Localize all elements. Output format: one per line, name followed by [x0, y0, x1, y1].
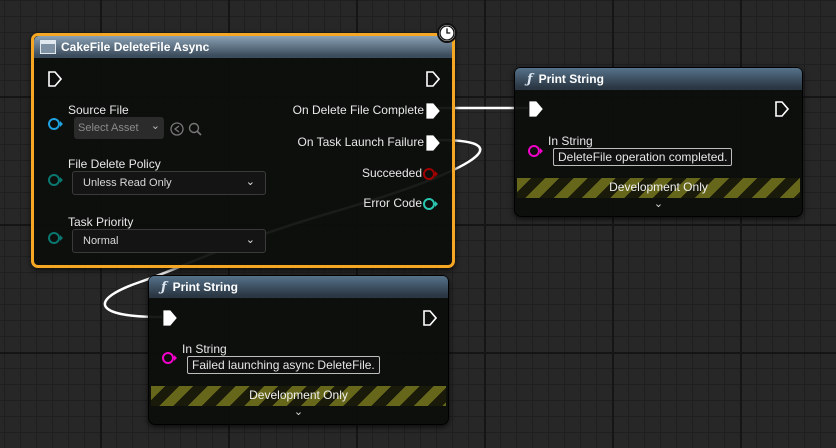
file-delete-policy-label: File Delete Policy: [68, 157, 161, 171]
async-node-icon: [40, 40, 56, 54]
source-file-select[interactable]: Select Asset ⌄: [74, 117, 164, 139]
exec-out-pin[interactable]: [775, 101, 789, 117]
chevron-down-icon: ⌄: [245, 176, 255, 188]
chevron-down-icon: ⌄: [245, 234, 255, 246]
print-node-title: Print String: [538, 72, 604, 86]
task-priority-label: Task Priority: [68, 215, 134, 229]
task-priority-dropdown[interactable]: Normal ⌄: [72, 229, 266, 253]
function-icon: ƒ: [161, 279, 167, 295]
file-delete-policy-value: Unless Read Only: [83, 177, 172, 189]
exec-in-pin[interactable]: [48, 71, 62, 87]
in-string-label: In String: [182, 342, 227, 356]
source-file-pin[interactable]: [48, 117, 64, 131]
file-delete-policy-pin[interactable]: [48, 173, 64, 187]
task-priority-pin[interactable]: [48, 231, 64, 245]
use-selected-asset-icon[interactable]: [170, 122, 184, 136]
print-node-header[interactable]: ƒ Print String: [515, 68, 802, 90]
on-task-launch-failure-pin[interactable]: [426, 135, 440, 151]
async-node-title: CakeFile DeleteFile Async: [61, 40, 210, 54]
exec-out-pin[interactable]: [423, 310, 437, 326]
in-string-pin[interactable]: [162, 351, 178, 365]
file-delete-policy-dropdown[interactable]: Unless Read Only ⌄: [72, 171, 266, 195]
exec-out-pin[interactable]: [426, 71, 440, 87]
expand-chevron-icon[interactable]: ⌄: [515, 197, 802, 210]
print-string-node-success[interactable]: ƒ Print String In String DeleteFile oper…: [514, 67, 803, 217]
exec-in-pin[interactable]: [529, 101, 543, 117]
exec-in-pin[interactable]: [163, 310, 177, 326]
task-priority-value: Normal: [83, 235, 119, 247]
source-file-label: Source File: [68, 103, 129, 117]
print-node-header[interactable]: ƒ Print String: [149, 276, 448, 298]
async-node-header[interactable]: CakeFile DeleteFile Async: [34, 36, 452, 58]
print-string-node-failure[interactable]: ƒ Print String In String Failed launchin…: [148, 275, 449, 425]
succeeded-pin[interactable]: [423, 167, 439, 181]
on-delete-file-complete-pin[interactable]: [426, 103, 440, 119]
chevron-down-icon: ⌄: [150, 120, 160, 132]
on-delete-file-complete-label: On Delete File Complete: [292, 103, 424, 117]
cakefile-deletefile-async-node[interactable]: CakeFile DeleteFile Async Source File Se…: [31, 33, 455, 268]
source-file-select-value: Select Asset: [78, 122, 139, 134]
in-string-input[interactable]: Failed launching async DeleteFile.: [187, 356, 380, 374]
in-string-pin[interactable]: [528, 144, 544, 158]
in-string-label: In String: [548, 134, 593, 148]
error-code-label: Error Code: [363, 196, 422, 210]
development-only-label: Development Only: [249, 388, 348, 402]
clock-icon: [437, 23, 457, 43]
function-icon: ƒ: [527, 71, 533, 87]
print-node-title: Print String: [172, 280, 238, 294]
expand-chevron-icon[interactable]: ⌄: [149, 405, 448, 418]
development-only-label: Development Only: [609, 180, 708, 194]
error-code-pin[interactable]: [423, 197, 439, 211]
in-string-input[interactable]: DeleteFile operation completed.: [553, 148, 733, 166]
on-task-launch-failure-label: On Task Launch Failure: [297, 135, 424, 149]
browse-asset-search-icon[interactable]: [188, 122, 202, 136]
succeeded-label: Succeeded: [361, 166, 422, 180]
